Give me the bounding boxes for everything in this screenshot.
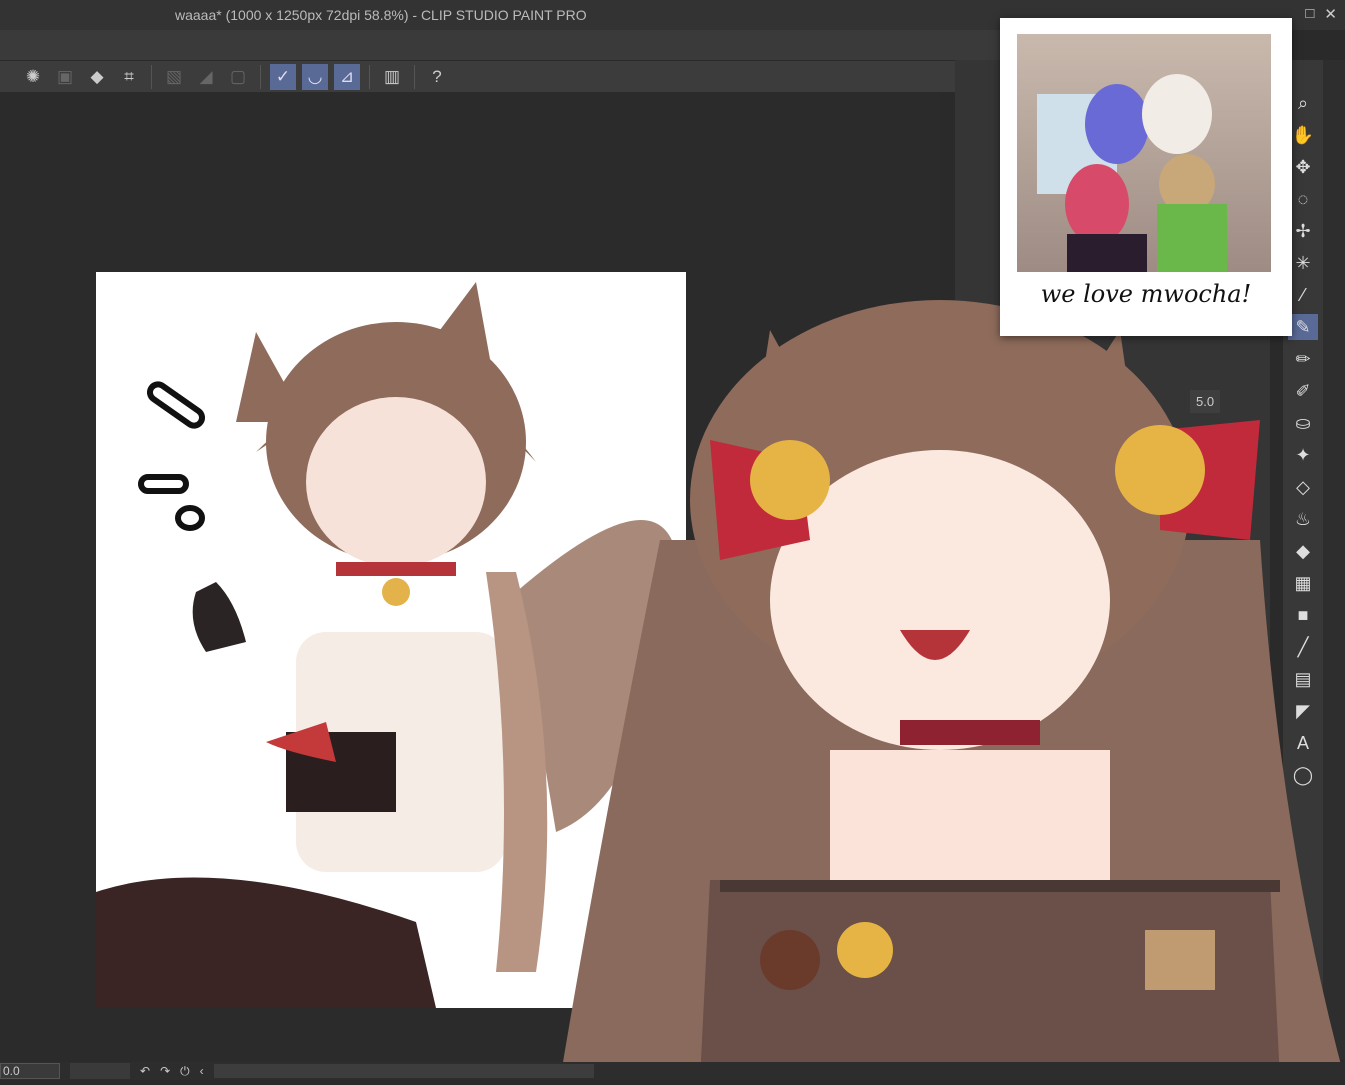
vtuber-avatar-overlay: [560, 240, 1345, 1080]
divider: [260, 64, 261, 89]
group-photo: [1017, 34, 1271, 272]
rotate-left-icon[interactable]: ↶: [140, 1064, 150, 1078]
fill-icon[interactable]: ◆: [84, 64, 110, 90]
help-icon[interactable]: ?: [424, 64, 450, 90]
layer-icon[interactable]: ▣: [52, 64, 78, 90]
zoom-icon[interactable]: ⌕: [1288, 90, 1318, 116]
chevron-left-icon[interactable]: ‹: [200, 1064, 204, 1078]
frame-icon[interactable]: ▢: [225, 64, 251, 90]
polaroid-overlay: we love mwocha!: [1000, 18, 1292, 336]
move-icon[interactable]: ✥: [1288, 154, 1318, 180]
curve-snap-icon[interactable]: ◡: [302, 63, 328, 90]
menu-bar: [0, 30, 1000, 60]
reset-rotation-icon[interactable]: ⏻: [180, 1064, 190, 1079]
smartphone-icon[interactable]: ▥: [379, 64, 405, 90]
zoom-field[interactable]: 0.0: [0, 1063, 60, 1079]
horizontal-scrollbar[interactable]: [213, 1064, 594, 1078]
line-snap-icon[interactable]: ⊿: [334, 63, 360, 90]
maximize-button[interactable]: □: [1305, 5, 1314, 23]
command-bar: ✺ ▣ ◆ ⌗ ▧ ◢ ▢ ✓ ◡ ⊿ ▥ ?: [0, 60, 960, 92]
rotate-right-icon[interactable]: ↷: [160, 1064, 170, 1078]
gradient-icon[interactable]: ◢: [193, 64, 219, 90]
divider: [414, 64, 415, 89]
loading-icon[interactable]: ✺: [20, 64, 46, 90]
window-title: waaaa* (1000 x 1250px 72dpi 58.8%) - CLI…: [175, 7, 587, 23]
close-button[interactable]: ✕: [1324, 5, 1337, 23]
divider: [369, 64, 370, 89]
zoom-slider[interactable]: [70, 1063, 130, 1079]
divider: [151, 64, 152, 89]
hand-icon[interactable]: ✋: [1288, 122, 1318, 148]
status-bar: 0.0 ↶ ↷ ⏻ ‹: [0, 1062, 1345, 1080]
pen-snap-icon[interactable]: ✓: [270, 63, 296, 90]
ruler-icon[interactable]: ▧: [161, 64, 187, 90]
transform-icon[interactable]: ⌗: [116, 64, 142, 90]
polaroid-caption: we love mwocha!: [1040, 280, 1252, 308]
lasso-icon[interactable]: ◌: [1288, 186, 1318, 212]
